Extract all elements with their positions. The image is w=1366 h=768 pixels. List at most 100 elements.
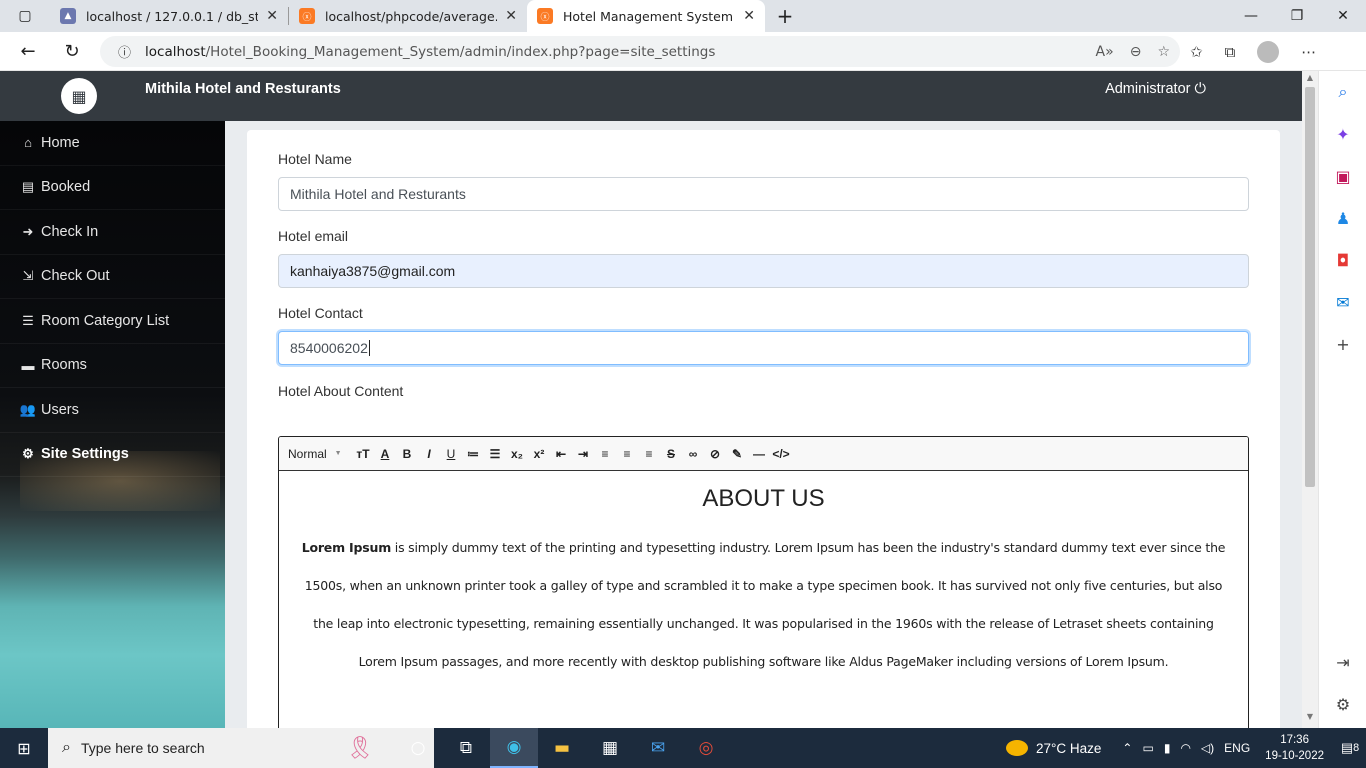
align-left-icon[interactable]: ≡ (594, 443, 616, 465)
format-select[interactable]: Normal ▼ (288, 443, 352, 465)
weather-widget[interactable]: 27°C Haze (1005, 740, 1101, 756)
cortana-icon[interactable]: ○ (394, 728, 442, 768)
underline-icon[interactable]: U (440, 443, 462, 465)
scrollbar-thumb[interactable] (1305, 87, 1315, 487)
close-tab-icon[interactable]: ✕ (505, 8, 517, 24)
sidebar-item-label: Room Category List (41, 312, 170, 329)
more-menu-icon[interactable]: ⋯ (1301, 43, 1316, 61)
wifi-icon[interactable]: ◠ (1180, 741, 1190, 755)
editor-content[interactable]: ABOUT US Lorem Ipsum is simply dummy tex… (279, 471, 1248, 693)
hotel-email-label: Hotel email (278, 228, 349, 244)
sidebar-item-rooms[interactable]: ▬ Rooms (0, 344, 225, 388)
close-tab-icon[interactable]: ✕ (266, 8, 278, 24)
bullet-list-icon[interactable]: ☰ (484, 443, 506, 465)
sidebar-item-label: Home (41, 134, 80, 151)
font-color-icon[interactable]: A (374, 443, 396, 465)
italic-icon[interactable]: I (418, 443, 440, 465)
battery-icon[interactable]: ▮ (1164, 741, 1171, 755)
notifications-icon[interactable]: ▤ 8 (1334, 740, 1366, 756)
sidebar-item-users[interactable]: 👥 Users (0, 388, 225, 433)
copilot-icon[interactable]: ✦ (1319, 113, 1366, 155)
horizontal-rule-icon[interactable]: — (748, 443, 770, 465)
ordered-list-icon[interactable]: ≔ (462, 443, 484, 465)
browser-tab-hotel[interactable]: ⓧ Hotel Management System ✕ (527, 0, 765, 32)
book-icon: ▤ (21, 179, 35, 195)
browser-tab-phpmyadmin[interactable]: ▲ localhost / 127.0.0.1 / db_studen ✕ (50, 0, 288, 32)
chevron-up-icon[interactable]: ⌃ (1122, 741, 1132, 755)
superscript-icon[interactable]: x² (528, 443, 550, 465)
scroll-up-icon[interactable]: ▲ (1302, 73, 1318, 87)
outdent-icon[interactable]: ⇤ (550, 443, 572, 465)
file-explorer-icon[interactable]: ▬ (538, 728, 586, 768)
mail-icon[interactable]: ✉ (634, 728, 682, 768)
settings-icon[interactable]: ⚙ (1319, 683, 1366, 725)
admin-menu[interactable]: Administrator ⏻ (1105, 81, 1206, 97)
profile-avatar[interactable] (1257, 40, 1280, 63)
add-favorite-icon[interactable]: ☆ (1157, 44, 1170, 60)
users-icon: 👥 (19, 401, 37, 417)
language-indicator[interactable]: ENG (1224, 741, 1250, 755)
align-right-icon[interactable]: ≡ (638, 443, 660, 465)
hotel-contact-input[interactable]: 8540006202 (278, 331, 1249, 365)
sidebar: ⌂ Home ▤ Booked ➜ Check In ⇲ Check Out ☰ Room Cat… (0, 121, 225, 728)
sidebar-item-booked[interactable]: ▤ Booked (0, 166, 225, 210)
taskbar-search-input[interactable]: ⌕ Type here to search 🎗 (48, 728, 434, 768)
outlook-icon[interactable]: ✉ (1319, 281, 1366, 323)
meet-icon[interactable]: ▭ (1142, 741, 1153, 755)
clock[interactable]: 17:36 19-10-2022 (1265, 732, 1324, 764)
rich-text-editor[interactable]: Normal ▼ тТ A B I U ≔ ☰ x₂ x² ⇤ ⇥ ≡ ≡ ≡ S… (278, 436, 1249, 728)
browser-tab-average[interactable]: ⓧ localhost/phpcode/average.php ✕ (289, 0, 527, 32)
volume-icon[interactable]: ◁) (1201, 741, 1214, 755)
scroll-down-icon[interactable]: ▼ (1302, 712, 1318, 726)
power-icon[interactable]: ⏻ (1195, 81, 1206, 97)
close-tab-icon[interactable]: ✕ (743, 8, 755, 24)
link-icon[interactable]: ∞ (682, 443, 704, 465)
sidebar-item-room-category-list[interactable]: ☰ Room Category List (0, 299, 225, 344)
code-view-icon[interactable]: </> (770, 443, 792, 465)
shopping-icon[interactable]: ▣ (1319, 155, 1366, 197)
close-window-icon[interactable]: ✕ (1320, 0, 1366, 32)
chrome-icon[interactable]: ◎ (682, 728, 730, 768)
sidebar-item-site-settings[interactable]: ⚙ Site Settings (0, 433, 225, 477)
zoom-out-icon[interactable]: ⊖ (1130, 44, 1142, 60)
indent-icon[interactable]: ⇥ (572, 443, 594, 465)
subscript-icon[interactable]: x₂ (506, 443, 528, 465)
task-view-icon[interactable]: ⧉ (442, 728, 490, 768)
favorites-icon[interactable]: ✩ (1190, 43, 1203, 61)
tab-title: localhost / 127.0.0.1 / db_studen (86, 8, 259, 24)
ribbon-icon: 🎗 (346, 735, 374, 760)
clear-format-icon[interactable]: ✎ (726, 443, 748, 465)
edge-icon[interactable]: ◉ (490, 728, 538, 768)
hide-sidebar-icon[interactable]: ⇥ (1319, 641, 1366, 683)
hotel-email-input[interactable]: kanhaiya3875@gmail.com (278, 254, 1249, 288)
strikethrough-icon[interactable]: S (660, 443, 682, 465)
collections-icon[interactable]: ⧉ (1225, 43, 1236, 61)
app-header: ▦ Mithila Hotel and Resturants Administr… (0, 71, 1302, 121)
new-tab-button[interactable]: + (765, 0, 805, 32)
info-icon[interactable]: ⓘ (118, 42, 131, 61)
sidebar-item-check-out[interactable]: ⇲ Check Out (0, 255, 225, 299)
store-icon[interactable]: ▦ (586, 728, 634, 768)
text-caret (368, 340, 370, 356)
bold-icon[interactable]: B (396, 443, 418, 465)
hotel-name-input[interactable]: Mithila Hotel and Resturants (278, 177, 1249, 211)
sidebar-item-home[interactable]: ⌂ Home (0, 121, 225, 166)
back-icon[interactable]: ← (6, 32, 50, 71)
sidebar-item-check-in[interactable]: ➜ Check In (0, 210, 225, 255)
read-aloud-icon[interactable]: A» (1096, 44, 1114, 60)
games-icon[interactable]: ♟ (1319, 197, 1366, 239)
notification-count: 8 (1353, 742, 1360, 754)
office-icon[interactable]: ◘ (1319, 239, 1366, 281)
windows-start-icon[interactable]: ⊞ (0, 728, 48, 768)
search-icon[interactable]: ⌕ (1319, 71, 1366, 113)
font-size-icon[interactable]: тТ (352, 443, 374, 465)
tab-actions-icon[interactable]: ▢ (0, 0, 50, 32)
unlink-icon[interactable]: ⊘ (704, 443, 726, 465)
align-center-icon[interactable]: ≡ (616, 443, 638, 465)
restore-icon[interactable]: ❐ (1274, 0, 1320, 32)
minimize-icon[interactable]: — (1228, 0, 1274, 32)
add-icon[interactable]: + (1319, 323, 1366, 365)
url-field[interactable]: ⓘ localhost/Hotel_Booking_Management_Sys… (100, 36, 1180, 67)
refresh-icon[interactable]: ↻ (50, 32, 94, 71)
page-scrollbar[interactable]: ▲ ▼ (1302, 71, 1318, 728)
